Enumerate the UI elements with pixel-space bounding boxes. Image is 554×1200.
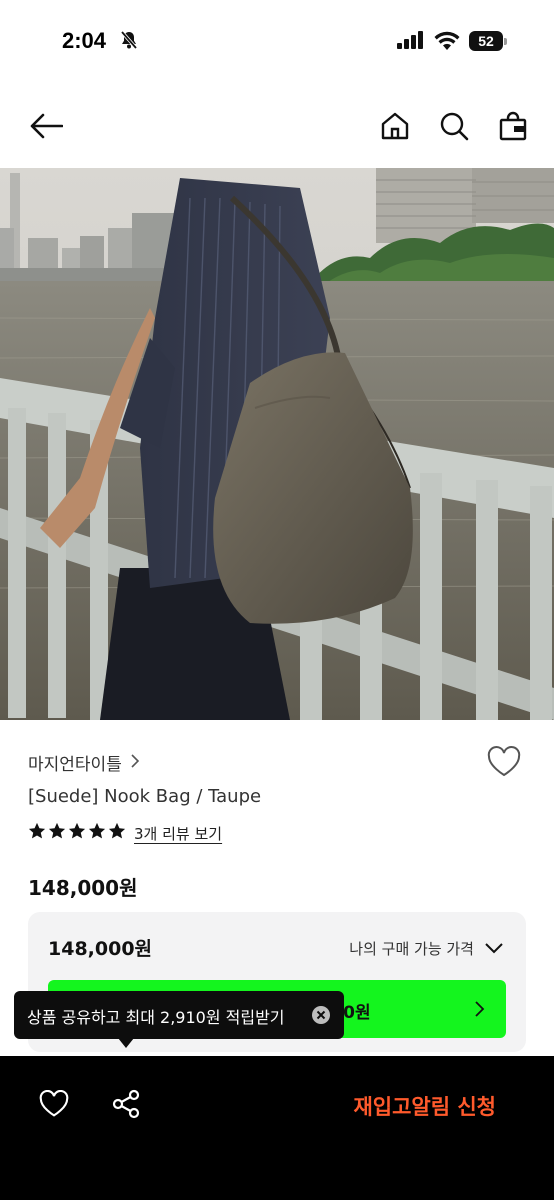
cellular-signal-icon (397, 31, 425, 53)
share-reward-tooltip: 상품 공유하고 최대 2,910원 적립받기 (14, 991, 344, 1048)
top-navigation (0, 92, 554, 162)
wifi-icon (434, 31, 460, 55)
search-button[interactable] (434, 108, 474, 148)
star-icon (108, 822, 126, 844)
panel-price: 148,000원 (48, 938, 153, 960)
wishlist-button[interactable] (486, 746, 526, 786)
brand-link[interactable]: 마지언타이틀 (28, 750, 140, 775)
chevron-down-icon[interactable] (484, 940, 504, 959)
status-bar: 2:04 52 (0, 0, 554, 82)
chevron-right-icon (130, 753, 140, 772)
battery-level: 52 (478, 33, 494, 49)
search-icon (439, 111, 469, 145)
tooltip-arrow (118, 1038, 134, 1048)
product-image[interactable] (0, 168, 554, 720)
rating-row: 3개 리뷰 보기 (28, 822, 222, 844)
star-icon (48, 822, 66, 844)
heart-icon (486, 746, 522, 782)
share-button[interactable] (106, 1086, 146, 1126)
wishlist-bottom-button[interactable] (34, 1086, 74, 1126)
back-button[interactable] (26, 108, 66, 148)
brand-name: 마지언타이틀 (28, 755, 122, 775)
heart-icon (38, 1089, 70, 1122)
home-button[interactable] (375, 108, 415, 148)
my-price-toggle[interactable]: 나의 구매 가능 가격 (349, 938, 474, 959)
home-icon (380, 111, 410, 145)
restock-alert-button[interactable]: 재입고알림 신청 (353, 1091, 496, 1121)
star-icon (28, 822, 46, 844)
bell-off-icon (119, 30, 139, 54)
arrow-left-icon (29, 113, 64, 143)
bottom-action-bar: 재입고알림 신청 (0, 1056, 554, 1200)
chevron-right-icon (474, 1000, 486, 1022)
close-icon[interactable] (311, 1005, 331, 1025)
share-icon (111, 1089, 141, 1123)
tooltip-text: 상품 공유하고 최대 2,910원 적립받기 (27, 1008, 285, 1027)
star-icon (68, 822, 86, 844)
product-price: 148,000원 (28, 876, 138, 900)
star-icon (88, 822, 106, 844)
cart-button[interactable] (493, 108, 533, 148)
reviews-link[interactable]: 3개 리뷰 보기 (134, 823, 222, 844)
status-time: 2:04 (62, 28, 107, 53)
rating-stars (28, 822, 126, 844)
battery-icon: 52 (469, 31, 507, 51)
product-title: [Suede] Nook Bag / Taupe (28, 786, 262, 807)
shopping-bag-icon (499, 111, 527, 145)
